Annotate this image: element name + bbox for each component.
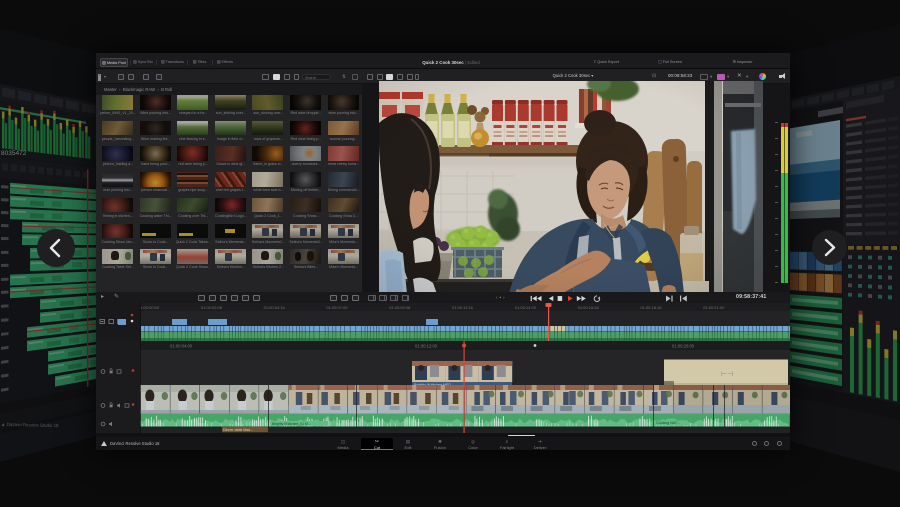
svg-text:01:00:16:08: 01:00:16:08 (578, 305, 600, 310)
svg-text:Dinner table Mas...: Dinner table Mas... (223, 428, 253, 432)
svg-text:01:00:20:00: 01:00:20:00 (672, 344, 695, 349)
svg-text:01:00:02:08: 01:00:02:08 (201, 305, 223, 310)
svg-text:01:00:04:16: 01:00:04:16 (264, 305, 286, 310)
svg-text:Brightly lit kitchen_01 M...: Brightly lit kitchen_01 M... (272, 422, 311, 426)
svg-text:01:00:11:16: 01:00:11:16 (452, 305, 474, 310)
svg-text:01:00:00:00: 01:00:00:00 (138, 305, 160, 310)
svg-text:01:00:07:00: 01:00:07:00 (326, 305, 348, 310)
svg-text:01:00:12:00: 01:00:12:00 (415, 344, 438, 349)
svg-text:⊢⊣: ⊢⊣ (721, 371, 733, 378)
svg-text:Cooking NAT...: Cooking NAT... (656, 421, 680, 425)
svg-text:01:00:04:00: 01:00:04:00 (170, 344, 193, 349)
svg-text:01:00:14:00: 01:00:14:00 (515, 305, 537, 310)
svg-text:01:00:09:08: 01:00:09:08 (389, 305, 411, 310)
svg-text:01:00:18:16: 01:00:18:16 (640, 305, 662, 310)
svg-text:01:00:21:00: 01:00:21:00 (703, 305, 725, 310)
